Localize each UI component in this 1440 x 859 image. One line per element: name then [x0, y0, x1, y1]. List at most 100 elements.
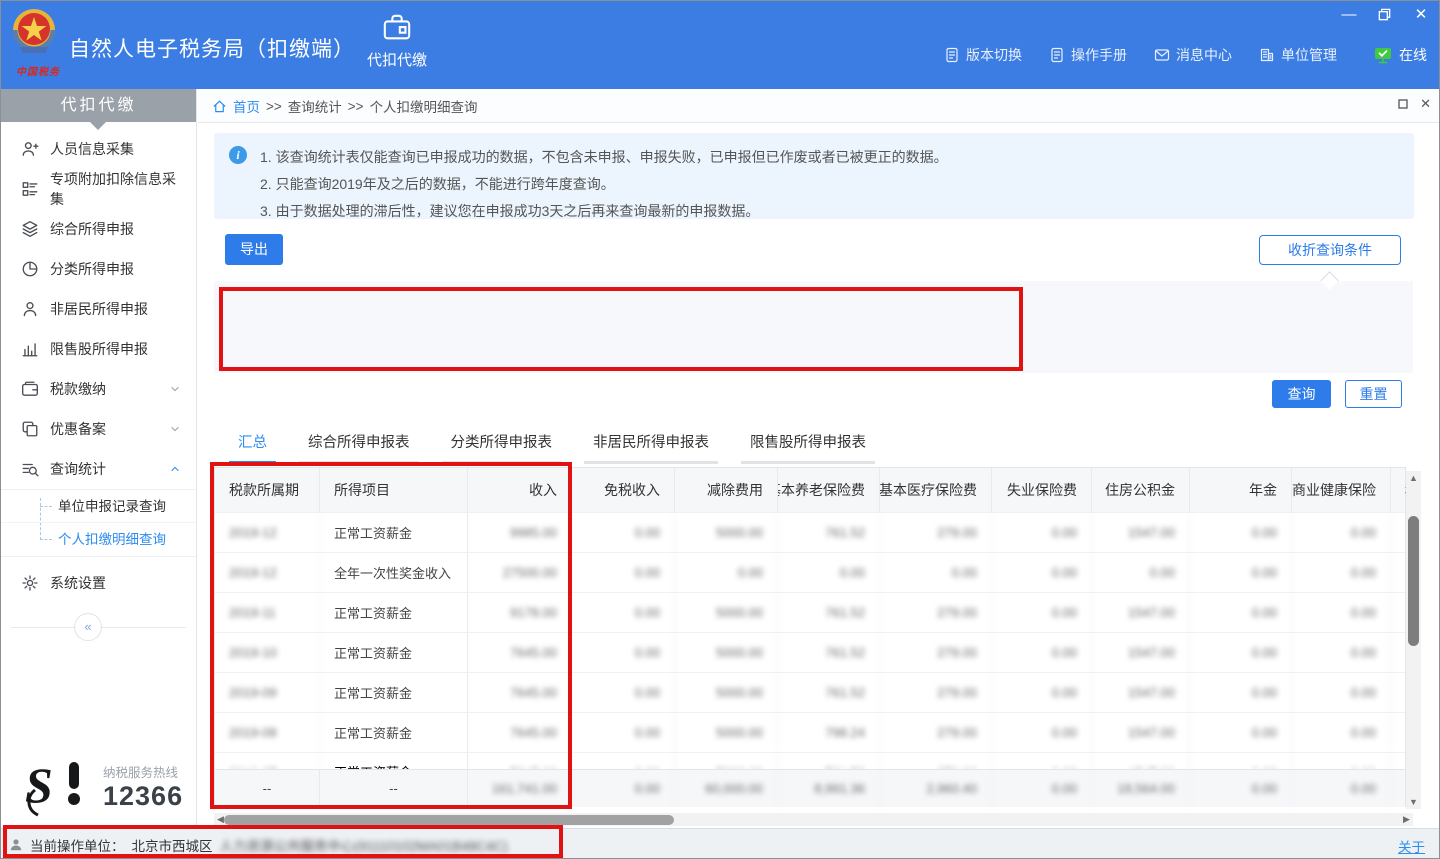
- column-header-8: 住房公积金: [1092, 468, 1190, 512]
- table-cell: 2,960.40: [880, 770, 992, 807]
- sidebar-item-settings[interactable]: 系统设置: [1, 563, 196, 603]
- sidebar-item-label: 综合所得申报: [50, 219, 134, 239]
- app-window: 中国税务 自然人电子税务局（扣缴端） 代扣代缴 版本切换操作手册消息中心单位管理: [0, 0, 1440, 859]
- sidebar-item-0[interactable]: 人员信息采集: [1, 129, 196, 169]
- wallet-icon: [21, 380, 39, 398]
- column-header-2: 收入: [468, 468, 572, 512]
- notice-box: i 1. 该查询统计表仅能查询已申报成功的数据，不包含未申报、申报失败，已申报但…: [214, 133, 1414, 219]
- table-cell: 0.00: [1190, 673, 1292, 712]
- column-header-4: 减除费用: [675, 468, 778, 512]
- online-label: 在线: [1399, 45, 1427, 65]
- table-cell: 1547.00: [1092, 513, 1190, 552]
- table-body: 2019-12正常工资薪金9985.000.005000.00761.52279…: [215, 512, 1405, 807]
- maximize-icon[interactable]: [1397, 98, 1409, 110]
- table-cell: --: [215, 770, 320, 807]
- sidebar-item-5[interactable]: 限售股所得申报: [1, 329, 196, 369]
- table-cell: 0.00: [1292, 673, 1391, 712]
- table-cell: 0.00: [572, 593, 675, 632]
- export-button[interactable]: 导出: [225, 234, 283, 265]
- sidebar-item-7[interactable]: 优惠备案: [1, 409, 196, 449]
- hotline-logo-icon: S: [23, 756, 95, 818]
- column-header-11: 税延养老保险: [1391, 468, 1407, 512]
- vertical-scrollbar[interactable]: ▲ ▼: [1406, 471, 1421, 809]
- table-row[interactable]: 2019-12全年一次性奖金收入27500.000.000.000.000.00…: [215, 552, 1405, 592]
- table-cell: 正常工资薪金: [320, 713, 468, 752]
- breadcrumb-item: 查询统计: [288, 96, 342, 116]
- restore-icon[interactable]: [1377, 7, 1393, 23]
- app-tab-label: 代扣代缴: [349, 49, 445, 70]
- breadcrumb-separator: >>: [266, 99, 282, 114]
- about-link[interactable]: 关于: [1398, 836, 1425, 856]
- breadcrumb-item: 个人扣缴明细查询: [370, 96, 478, 116]
- info-icon: i: [229, 146, 247, 164]
- nav-label: 消息中心: [1176, 45, 1232, 65]
- nav-label: 版本切换: [966, 45, 1022, 65]
- table-cell: 0.00: [572, 633, 675, 672]
- tab-1[interactable]: 综合所得申报表: [299, 431, 419, 464]
- header-nav-item-3[interactable]: 单位管理: [1259, 45, 1337, 65]
- column-header-6: 基本医疗保险费: [880, 468, 992, 512]
- collapse-query-button[interactable]: 收折查询条件: [1259, 235, 1401, 265]
- tab-3[interactable]: 非居民所得申报表: [584, 431, 718, 464]
- breadcrumb-home[interactable]: 首页: [233, 96, 260, 116]
- table-row[interactable]: 2019-11正常工资薪金9178.000.005000.00761.52279…: [215, 592, 1405, 632]
- table-cell: 0.00: [572, 713, 675, 752]
- tab-4[interactable]: 限售股所得申报表: [741, 431, 875, 464]
- table-cell: 761.52: [778, 753, 880, 769]
- table-cell: 正常工资薪金: [320, 673, 468, 712]
- sidebar-item-3[interactable]: 分类所得申报: [1, 249, 196, 289]
- table-cell: 2019-07: [215, 753, 320, 769]
- table-cell: 1547.00: [1092, 713, 1190, 752]
- table-row[interactable]: 2019-08正常工资薪金7645.000.005000.00798.24279…: [215, 712, 1405, 752]
- vertical-scroll-thumb[interactable]: [1408, 516, 1419, 646]
- sidebar-item-1[interactable]: 专项附加扣除信息采集: [1, 169, 196, 209]
- tab-2[interactable]: 分类所得申报表: [442, 431, 562, 464]
- table-cell: [1391, 513, 1407, 552]
- hotline-block: S 纳税服务热线 12366: [23, 756, 183, 818]
- table-cell: 0.00: [1190, 553, 1292, 592]
- chevron-down-icon: [168, 422, 182, 436]
- reset-button[interactable]: 重置: [1345, 380, 1402, 408]
- pie-chart-icon: [21, 260, 39, 278]
- table-cell: 2019-11: [215, 593, 320, 632]
- table-cell: 0.00: [572, 553, 675, 592]
- sidebar-item-8[interactable]: 查询统计: [1, 449, 196, 489]
- close-icon[interactable]: ✕: [1413, 7, 1429, 23]
- table-cell: 2019-10: [215, 633, 320, 672]
- table-cell: 161,741.00: [468, 770, 572, 807]
- header-nav-item-1[interactable]: 操作手册: [1049, 45, 1127, 65]
- close-pane-icon[interactable]: ✕: [1420, 98, 1431, 110]
- scroll-up-icon[interactable]: ▲: [1406, 471, 1421, 485]
- table-row[interactable]: 2019-12正常工资薪金9985.000.005000.00761.52279…: [215, 512, 1405, 552]
- table-cell: 1547.00: [1092, 673, 1190, 712]
- scroll-down-icon[interactable]: ▼: [1406, 795, 1421, 809]
- table-row[interactable]: 2019-10正常工资薪金7645.000.005000.00761.52279…: [215, 632, 1405, 672]
- scroll-right-icon[interactable]: ▶: [1400, 813, 1413, 826]
- horizontal-scroll-thumb[interactable]: [224, 815, 674, 825]
- table-cell: 正常工资薪金: [320, 593, 468, 632]
- app-tab-daikou-daijiao[interactable]: 代扣代缴: [349, 13, 445, 70]
- notice-line: 2. 只能查询2019年及之后的数据，不能进行跨年度查询。: [260, 171, 1404, 198]
- tab-0[interactable]: 汇总: [229, 431, 276, 464]
- nav-label: 操作手册: [1071, 45, 1127, 65]
- header-nav-item-2[interactable]: 消息中心: [1154, 45, 1232, 65]
- sidebar-item-2[interactable]: 综合所得申报: [1, 209, 196, 249]
- table-row[interactable]: 2019-09正常工资薪金7645.000.005000.00761.52279…: [215, 672, 1405, 712]
- table-cell: 0.00: [675, 553, 778, 592]
- table-cell: 5000.00: [675, 713, 778, 752]
- query-button[interactable]: 查询: [1272, 380, 1331, 408]
- minimize-icon[interactable]: —: [1341, 7, 1357, 23]
- sidebar-subitem-1[interactable]: 个人扣缴明细查询: [1, 523, 196, 556]
- table-cell: 0.00: [992, 713, 1092, 752]
- sidebar-item-6[interactable]: 税款缴纳: [1, 369, 196, 409]
- sidebar-collapse-button[interactable]: «: [74, 613, 102, 641]
- sidebar-subitem-0[interactable]: 单位申报记录查询: [1, 490, 196, 523]
- chevron-down-icon: [168, 382, 182, 396]
- table-cell: [1391, 713, 1407, 752]
- horizontal-scrollbar[interactable]: ◀ ▶: [214, 813, 1413, 826]
- header-nav-item-0[interactable]: 版本切换: [944, 45, 1022, 65]
- sidebar-item-4[interactable]: 非居民所得申报: [1, 289, 196, 329]
- table-cell: 279.00: [880, 633, 992, 672]
- table-cell: 7645.00: [468, 753, 572, 769]
- table-cell: 2019-12: [215, 553, 320, 592]
